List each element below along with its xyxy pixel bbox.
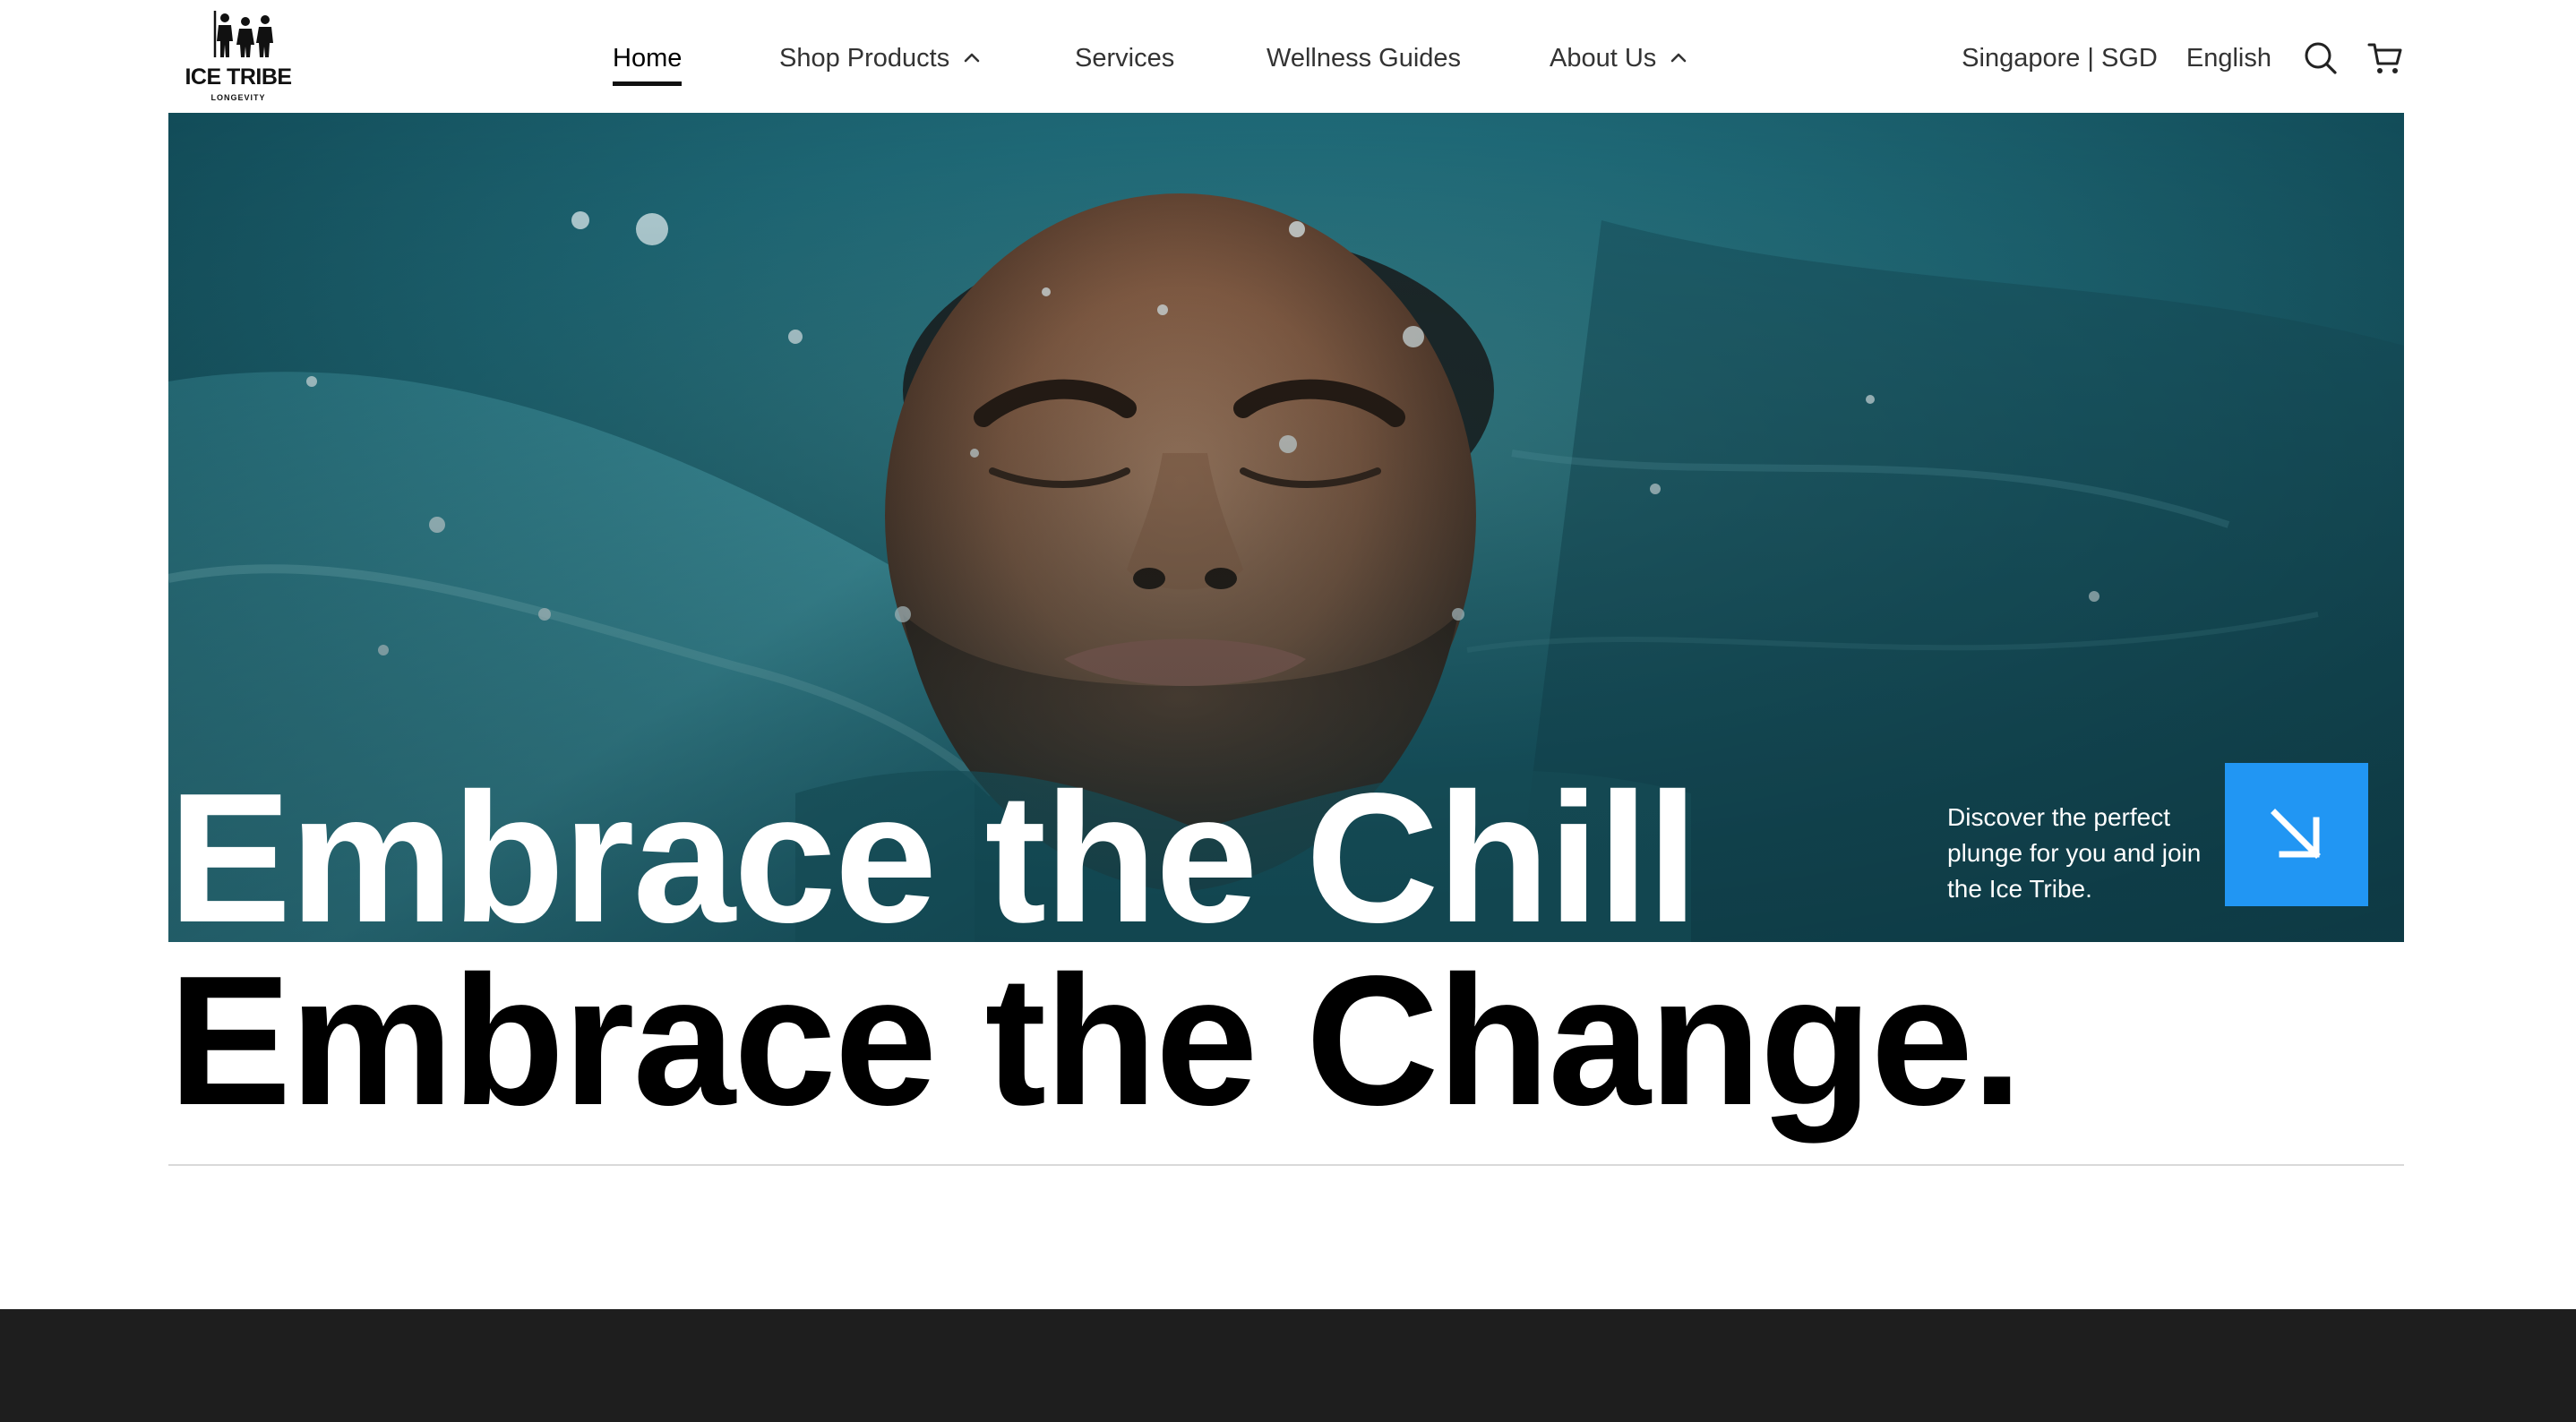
- cart-icon[interactable]: [2366, 39, 2404, 77]
- section-divider: [168, 1164, 2404, 1166]
- nav-item-label: About Us: [1550, 43, 1657, 73]
- hero-cta-text: Discover the perfect plunge for you and …: [1947, 803, 2202, 903]
- search-icon[interactable]: [2302, 39, 2340, 77]
- hero-headline-line1: Embrace the Chill: [168, 755, 1698, 942]
- nav-item-label: Wellness Guides: [1267, 43, 1462, 73]
- nav-item-wellness-guides[interactable]: Wellness Guides: [1267, 36, 1461, 81]
- site-header: ICE TRIBE LONGEVITY Home Shop Products S…: [0, 0, 2576, 113]
- nav-item-shop-products[interactable]: Shop Products: [779, 36, 983, 81]
- logo-tagline-text: LONGEVITY: [210, 93, 265, 102]
- ice-tribe-logo[interactable]: ICE TRIBE LONGEVITY: [183, 5, 294, 106]
- arrow-down-right-icon: [2271, 809, 2321, 859]
- logo-brand-text: ICE TRIBE: [185, 64, 291, 90]
- hero-headline-line2: Embrace the Change.: [168, 938, 2022, 1144]
- region-selector[interactable]: Singapore | SGD: [1962, 44, 2158, 73]
- nav-item-label: Shop Products: [779, 43, 950, 73]
- active-underline: [613, 81, 683, 86]
- nav-item-services[interactable]: Services: [1075, 36, 1174, 81]
- nav-item-label: Services: [1075, 43, 1175, 73]
- nav-item-label: Home: [613, 43, 683, 73]
- tribe-figures-logo-icon: ICE TRIBE LONGEVITY: [185, 11, 292, 102]
- chevron-up-icon: [1667, 47, 1690, 70]
- nav-item-about-us[interactable]: About Us: [1550, 36, 1690, 81]
- hero-cta-button[interactable]: [2225, 763, 2368, 906]
- chevron-up-icon: [960, 47, 983, 70]
- footer-band: [0, 1309, 2576, 1422]
- header-utilities: Singapore | SGD English: [1962, 36, 2404, 81]
- nav-item-home[interactable]: Home: [613, 36, 683, 86]
- language-selector[interactable]: English: [2186, 44, 2271, 73]
